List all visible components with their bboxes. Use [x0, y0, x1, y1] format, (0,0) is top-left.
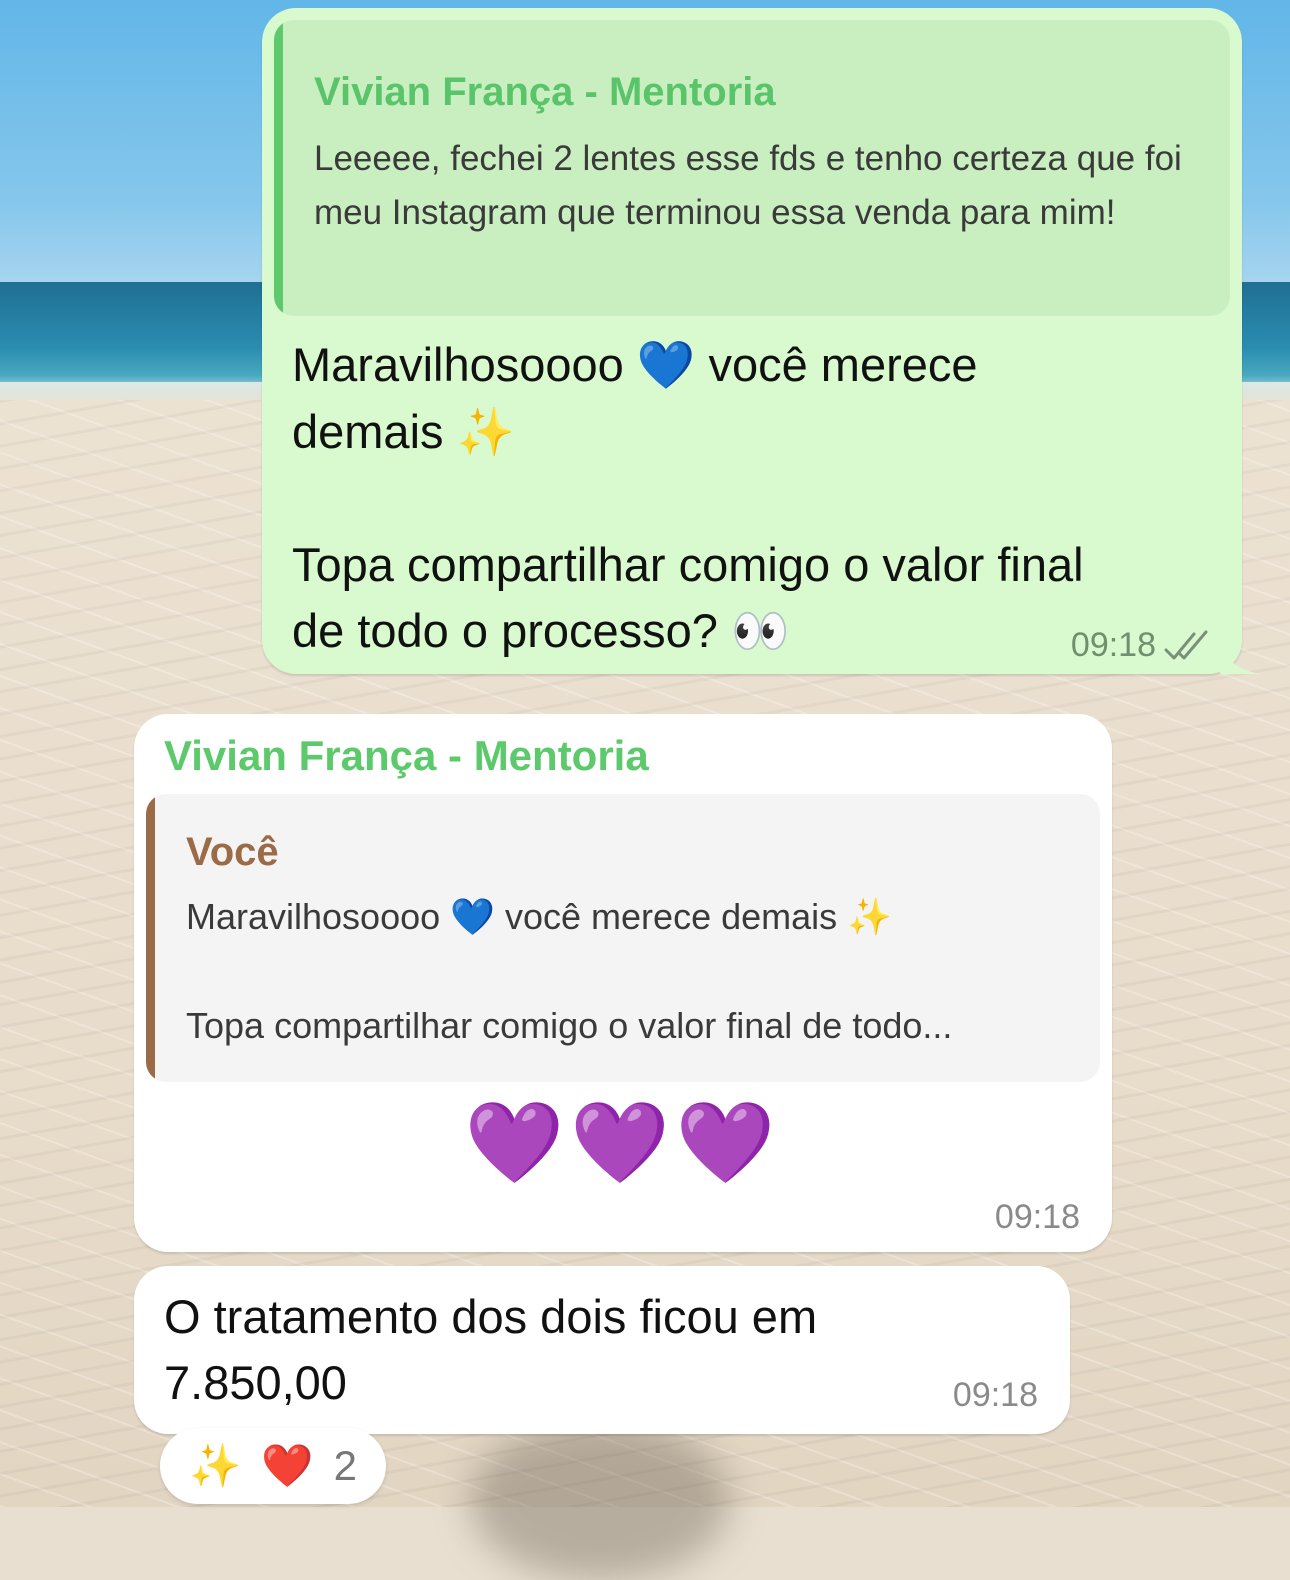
quote-line-1: Maravilhosoooo 💙 você merece demais ✨ — [186, 890, 1086, 945]
message-line-3: Topa compartilhar comigo o valor final — [292, 538, 1084, 591]
message-timestamp: 09:18 — [994, 1198, 1080, 1236]
quote-accent-bar — [146, 794, 155, 1082]
quote-author: Vivian França - Mentoria — [314, 70, 776, 114]
blue-heart-icon: 💙 — [450, 897, 495, 938]
quoted-message[interactable]: Você Maravilhosoooo 💙 você merece demais… — [146, 794, 1100, 1082]
quote-text: Maravilhosoooo 💙 você merece demais ✨ To… — [186, 890, 1086, 1053]
message-timestamp: 09:18 — [1070, 626, 1156, 664]
sparkles-icon: ✨ — [456, 405, 516, 460]
incoming-message-bubble[interactable]: O tratamento dos dois ficou em 7.850,00 … — [134, 1266, 1070, 1434]
quote-line-2: Topa compartilhar comigo o valor final d… — [186, 1005, 953, 1046]
quote-text: Leeeee, fechei 2 lentes esse fds e tenho… — [314, 139, 1182, 232]
message-line-4: de todo o processo? 👀 — [292, 598, 1192, 665]
message-line-1: O tratamento dos dois ficou em — [164, 1290, 818, 1343]
message-timestamp: 09:18 — [952, 1376, 1038, 1414]
quote-author: Você — [186, 830, 279, 874]
message-line-1: Maravilhosoooo 💙 você merece — [292, 332, 1192, 399]
reaction-count: 2 — [333, 1442, 357, 1489]
outgoing-message-bubble[interactable]: Vivian França - Mentoria Leeeee, fechei … — [262, 8, 1260, 674]
bubble-tail-icon — [1220, 634, 1260, 674]
wallpaper-shadow — [470, 1420, 730, 1580]
message-line-4-text: de todo o processo? — [292, 604, 718, 657]
double-check-read-icon — [1164, 630, 1208, 660]
quote-line-1-text: Maravilhosoooo — [186, 896, 441, 937]
purple-hearts-icon: 💜💜💜 — [464, 1096, 782, 1189]
quote-line-1-rest: você merece demais — [495, 896, 838, 937]
sparkles-reaction-icon: ✨ — [189, 1441, 242, 1490]
message-text: O tratamento dos dois ficou em 7.850,00 — [164, 1284, 924, 1416]
message-line-1-text: Maravilhosoooo — [292, 338, 624, 391]
quote-spacer — [186, 945, 1086, 999]
quoted-message[interactable]: Vivian França - Mentoria Leeeee, fechei … — [274, 20, 1230, 316]
blue-heart-icon: 💙 — [636, 338, 696, 393]
reactions-pill[interactable]: ✨ ❤️ 2 — [160, 1428, 386, 1504]
message-line-1-rest: você merece — [695, 338, 978, 391]
quote-accent-bar — [274, 20, 283, 316]
message-text: Maravilhosoooo 💙 você merece demais ✨ To… — [292, 332, 1192, 665]
sender-name[interactable]: Vivian França - Mentoria — [164, 732, 649, 780]
eyes-icon: 👀 — [730, 604, 790, 659]
message-line-2: demais ✨ — [292, 399, 1192, 466]
message-line-2-text: demais — [292, 405, 444, 458]
message-line-2: 7.850,00 — [164, 1356, 347, 1409]
sparkles-icon: ✨ — [847, 897, 892, 938]
incoming-message-bubble[interactable]: Vivian França - Mentoria Você Maravilhos… — [134, 714, 1112, 1252]
red-heart-reaction-icon: ❤️ — [261, 1441, 314, 1490]
